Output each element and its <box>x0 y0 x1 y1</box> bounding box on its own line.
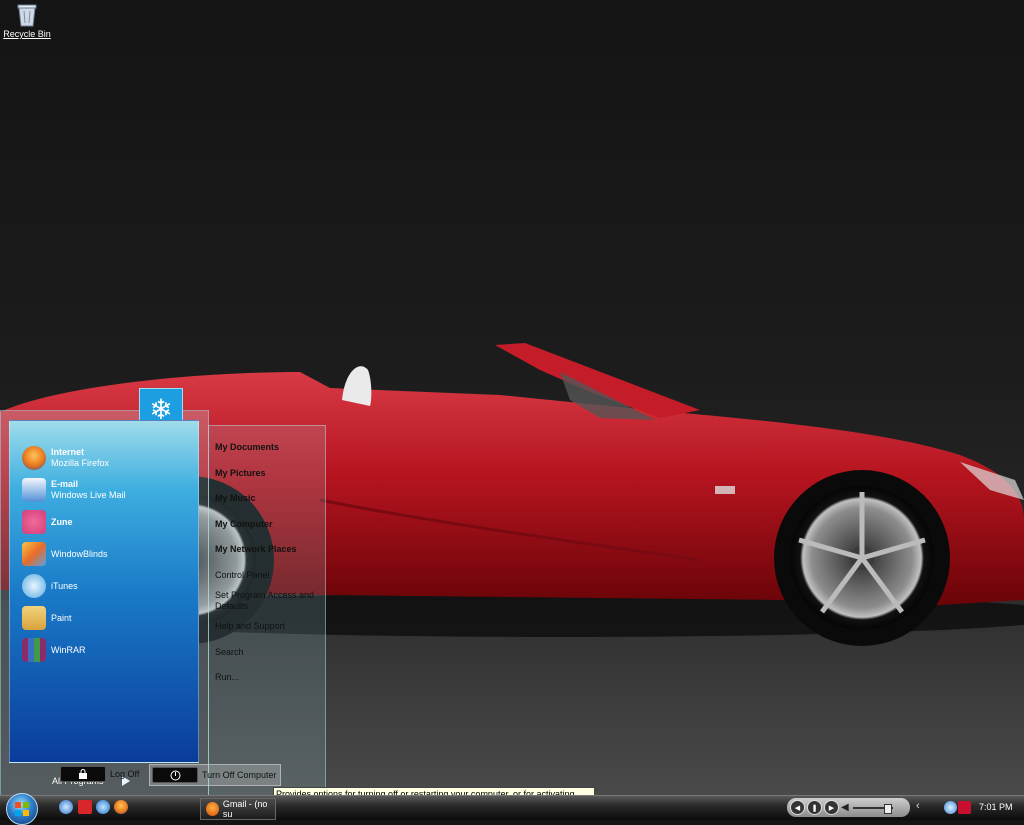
turn-off-computer-button[interactable]: Turn Off Computer <box>149 764 281 786</box>
red-app-icon[interactable] <box>78 800 92 814</box>
start-menu-places-pane: My Documents My Pictures My Music My Com… <box>208 425 326 797</box>
mcafee-icon[interactable] <box>958 801 971 814</box>
windows-logo-icon <box>15 802 29 816</box>
pinned-item-title: Internet <box>51 447 85 457</box>
media-player-icon[interactable] <box>59 800 73 814</box>
chevron-left-icon[interactable]: ‹ <box>916 800 920 812</box>
pinned-item-subtitle: Windows Live Mail <box>51 490 126 500</box>
ie-icon[interactable] <box>96 800 110 814</box>
pinned-item-email[interactable]: E-mail Windows Live Mail <box>22 477 126 503</box>
volume-icon[interactable]: ◀ <box>841 802 849 813</box>
recent-item-windowblinds[interactable]: WindowBlinds <box>22 541 108 567</box>
firefox-icon[interactable] <box>114 800 128 814</box>
recycle-bin-icon <box>15 2 39 28</box>
media-controls: ◀ ❚ ▶ ◀ <box>787 798 910 817</box>
clock[interactable]: 7:01 PM <box>979 802 1013 812</box>
recent-item-label: WindowBlinds <box>51 548 108 559</box>
place-set-program-access[interactable]: Set Program Access and Defaults <box>215 590 315 612</box>
desktop-icon-label: Recycle Bin <box>3 29 51 39</box>
place-help-and-support[interactable]: Help and Support <box>215 621 285 632</box>
start-menu-programs-pane: Internet Mozilla Firefox E-mail Windows … <box>9 420 199 786</box>
turn-off-label: Turn Off Computer <box>202 770 277 780</box>
network-icon[interactable] <box>944 801 957 814</box>
itunes-icon <box>22 574 46 598</box>
pinned-item-internet[interactable]: Internet Mozilla Firefox <box>22 445 109 471</box>
place-search[interactable]: Search <box>215 647 244 658</box>
log-off-button[interactable]: Log Off <box>60 766 139 782</box>
recent-item-itunes[interactable]: iTunes <box>22 573 78 599</box>
recent-item-label: Zune <box>51 516 73 527</box>
power-icon <box>152 767 198 783</box>
pinned-item-subtitle: Mozilla Firefox <box>51 458 110 468</box>
taskbar: Gmail - (no su ◀ ❚ ▶ ◀ ‹ 7:01 PM <box>0 793 1024 825</box>
recent-item-zune[interactable]: Zune <box>22 509 73 535</box>
forward-icon[interactable]: ▶ <box>824 800 839 815</box>
firefox-icon <box>22 446 46 470</box>
recent-item-label: Paint <box>51 612 72 623</box>
place-my-music[interactable]: My Music <box>215 493 256 503</box>
start-button[interactable] <box>6 793 38 825</box>
firefox-icon <box>206 802 219 816</box>
place-control-panel[interactable]: Control Panel <box>215 570 270 581</box>
taskbar-button-label: Gmail - (no su <box>222 799 268 819</box>
lock-icon <box>60 766 106 782</box>
recent-item-label: iTunes <box>51 580 78 591</box>
taskbar-button-gmail[interactable]: Gmail - (no su <box>200 798 276 820</box>
winrar-icon <box>22 638 46 662</box>
volume-slider-thumb[interactable] <box>883 803 892 814</box>
recent-item-paint[interactable]: Paint <box>22 605 72 631</box>
recent-item-label: WinRAR <box>51 644 86 655</box>
zune-icon <box>22 510 46 534</box>
place-run[interactable]: Run... <box>215 672 239 683</box>
paint-icon <box>22 606 46 630</box>
recent-item-winrar[interactable]: WinRAR <box>22 637 86 663</box>
place-my-network-places[interactable]: My Network Places <box>215 544 297 554</box>
desktop-icon-recycle-bin[interactable]: Recycle Bin <box>0 0 54 39</box>
volume-slider[interactable] <box>852 803 893 814</box>
pause-icon[interactable]: ❚ <box>807 800 822 815</box>
log-off-label: Log Off <box>110 769 140 779</box>
rewind-icon[interactable]: ◀ <box>790 800 805 815</box>
pinned-item-title: E-mail <box>51 479 79 489</box>
place-my-computer[interactable]: My Computer <box>215 519 273 529</box>
windowblinds-icon <box>22 542 46 566</box>
place-my-pictures[interactable]: My Pictures <box>215 468 266 478</box>
start-menu: ❄ Internet Mozilla Firefox E-mail Window… <box>0 388 326 797</box>
mail-icon <box>22 478 46 502</box>
place-my-documents[interactable]: My Documents <box>215 442 279 452</box>
